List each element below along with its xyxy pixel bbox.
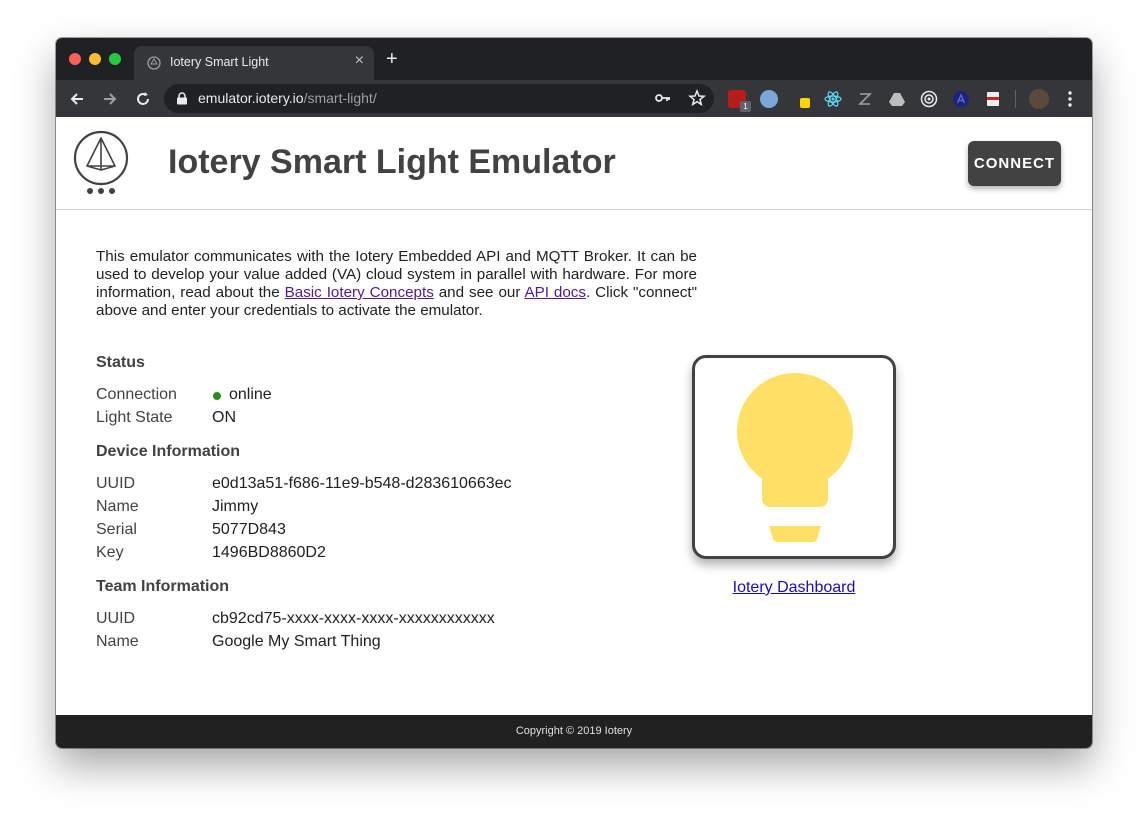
new-tab-button[interactable]: + <box>386 49 398 69</box>
menu-dots-icon[interactable] <box>1067 90 1073 108</box>
intro-text: and see our <box>433 284 525 301</box>
team-name-value: Google My Smart Thing <box>212 633 381 650</box>
connection-label: Connection <box>96 386 177 403</box>
url-text: emulator.iotery.io/smart-light/ <box>198 90 377 106</box>
page-content: Iotery Smart Light Emulator CONNECT This… <box>56 117 1092 748</box>
footer-copyright: Copyright © 2019 Iotery <box>56 715 1092 748</box>
drive-extension-icon[interactable] <box>888 90 906 108</box>
a-extension-icon[interactable] <box>952 90 970 108</box>
react-devtools-icon[interactable] <box>824 90 842 108</box>
browser-toolbar: emulator.iotery.io/smart-light/ 1 <box>56 80 1092 117</box>
basic-concepts-link[interactable]: Basic Iotery Concepts <box>285 284 434 301</box>
light-bulb-icon <box>737 373 853 542</box>
close-window-button[interactable] <box>69 53 81 65</box>
light-state-label: Light State <box>96 409 173 426</box>
lock-icon[interactable] <box>176 92 188 105</box>
app-header: Iotery Smart Light Emulator CONNECT <box>56 117 1092 210</box>
zotero-extension-icon[interactable] <box>856 90 874 108</box>
status-heading: Status <box>96 354 145 371</box>
device-serial-value: 5077D843 <box>212 521 286 538</box>
url-host: emulator.iotery.io <box>198 90 304 106</box>
intro-paragraph: This emulator communicates with the Iote… <box>96 248 697 320</box>
extension-badge: 1 <box>740 101 751 112</box>
toolbar-separator <box>1015 90 1016 108</box>
connect-button[interactable]: CONNECT <box>968 141 1061 186</box>
device-info-heading: Device Information <box>96 443 241 460</box>
key-icon[interactable] <box>655 92 671 104</box>
maximize-window-button[interactable] <box>109 53 121 65</box>
extension-icon[interactable] <box>760 90 778 108</box>
online-status-dot <box>213 392 221 400</box>
browser-window: Iotery Smart Light × + emulator.iotery.i… <box>56 38 1092 748</box>
tab-iotery-smart-light[interactable]: Iotery Smart Light × <box>134 46 374 80</box>
device-name-value: Jimmy <box>212 498 259 515</box>
page-title: Iotery Smart Light Emulator <box>168 143 616 181</box>
document-extension-icon[interactable] <box>984 90 1002 108</box>
light-bulb-card <box>692 355 896 559</box>
device-uuid-value: e0d13a51-f686-11e9-b548-d283610663ec <box>212 475 512 492</box>
iotery-logo <box>73 130 129 194</box>
pencil-extension-icon[interactable] <box>792 90 810 108</box>
forward-arrow-icon[interactable] <box>99 88 121 110</box>
star-icon[interactable] <box>688 89 706 107</box>
minimize-window-button[interactable] <box>89 53 101 65</box>
address-bar[interactable]: emulator.iotery.io/smart-light/ <box>164 84 714 113</box>
url-path: /smart-light/ <box>303 90 377 106</box>
connection-value: online <box>229 386 272 403</box>
team-uuid-label: UUID <box>96 610 136 627</box>
tab-close-icon[interactable]: × <box>355 52 364 70</box>
team-uuid-value: cb92cd75-xxxx-xxxx-xxxx-xxxxxxxxxxxx <box>212 610 495 627</box>
back-arrow-icon[interactable] <box>66 88 88 110</box>
team-info-heading: Team Information <box>96 578 230 595</box>
device-key-value: 1496BD8860D2 <box>212 544 326 561</box>
device-uuid-label: UUID <box>96 475 136 492</box>
globe-icon <box>147 56 161 70</box>
profile-avatar[interactable] <box>1029 89 1049 109</box>
tab-strip: Iotery Smart Light × + <box>56 38 1092 80</box>
target-extension-icon[interactable] <box>920 90 938 108</box>
team-name-label: Name <box>96 633 139 650</box>
reload-icon[interactable] <box>132 88 154 110</box>
device-name-label: Name <box>96 498 139 515</box>
tab-title: Iotery Smart Light <box>170 55 269 69</box>
iotery-dashboard-link[interactable]: Iotery Dashboard <box>692 579 896 597</box>
light-state-value: ON <box>212 409 236 426</box>
api-docs-link[interactable]: API docs <box>525 284 587 301</box>
device-key-label: Key <box>96 544 124 561</box>
device-serial-label: Serial <box>96 521 137 538</box>
